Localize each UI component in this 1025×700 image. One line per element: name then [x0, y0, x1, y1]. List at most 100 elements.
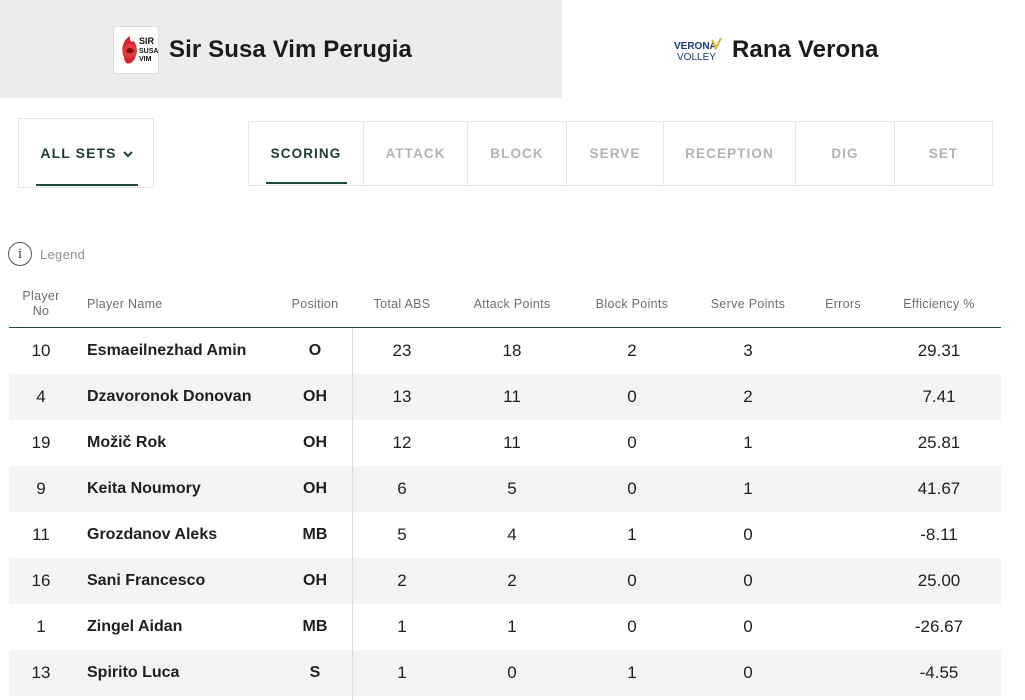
cell-efficiency: -4.55 — [919, 663, 959, 682]
cell-player-no: 13 — [31, 663, 51, 682]
cell-efficiency: -26.67 — [914, 617, 964, 636]
tab-block[interactable]: BLOCK — [468, 122, 567, 185]
cell-efficiency: 41.67 — [917, 479, 961, 498]
svg-text:VERONA: VERONA — [674, 41, 717, 52]
table-row[interactable]: 13 Spirito Luca S 1 0 1 0 -4.55 — [9, 650, 1001, 696]
home-team-panel[interactable]: SIR SUSA VIM Sir Susa Vim Perugia — [0, 0, 562, 98]
cell-player-no: 10 — [31, 341, 51, 360]
cell-block-points: 0 — [627, 387, 637, 406]
stats-tabs: SCORING ATTACK BLOCK SERVE RECEPTION DIG… — [248, 121, 993, 186]
cell-errors — [809, 558, 877, 604]
cell-position: OH — [303, 572, 327, 589]
table-row[interactable]: 16 Sani Francesco OH 2 2 0 0 25.00 — [9, 558, 1001, 604]
table-row[interactable]: 11 Grozdanov Aleks MB 5 4 1 0 -8.11 — [9, 512, 1001, 558]
cell-position: S — [309, 664, 321, 681]
header-player-no: Player No — [9, 282, 73, 326]
cell-player-name: Dzavoronok Donovan — [87, 388, 252, 405]
cell-attack-points: 11 — [503, 387, 521, 406]
cell-block-points: 0 — [627, 433, 637, 452]
cell-block-points: 1 — [627, 525, 637, 544]
cell-serve-points: 3 — [743, 341, 753, 360]
cell-errors — [809, 650, 877, 696]
cell-player-name: Možič Rok — [87, 434, 167, 451]
info-icon: i — [8, 242, 32, 266]
tab-reception[interactable]: RECEPTION — [664, 122, 796, 185]
svg-text:VIM: VIM — [139, 56, 152, 63]
svg-text:VOLLEY: VOLLEY — [677, 52, 716, 63]
cell-player-name: Esmaeilnezhad Amin — [87, 342, 247, 359]
cell-efficiency: -8.11 — [920, 525, 958, 544]
cell-serve-points: 2 — [743, 387, 753, 406]
cell-attack-points: 0 — [507, 663, 517, 682]
scoring-table: Player No Player Name Position Total ABS… — [9, 282, 1001, 700]
all-sets-dropdown[interactable]: ALL SETS — [36, 119, 138, 187]
tab-attack[interactable]: ATTACK — [364, 122, 468, 185]
header-efficiency[interactable]: Efficiency % — [887, 282, 991, 326]
cell-player-name: Zingel Aidan — [87, 618, 183, 635]
tab-serve[interactable]: SERVE — [567, 122, 664, 185]
cell-player-name: Sani Francesco — [87, 572, 206, 589]
cell-block-points: 0 — [627, 617, 637, 636]
cell-player-name: Grozdanov Aleks — [87, 526, 218, 543]
cell-errors — [809, 512, 877, 558]
header-errors[interactable]: Errors — [809, 282, 877, 326]
perugia-logo: SIR SUSA VIM — [113, 26, 159, 74]
svg-text:SUSA: SUSA — [139, 48, 158, 55]
legend-label: Legend — [40, 246, 86, 262]
cell-serve-points: 0 — [743, 525, 753, 544]
cell-player-no: 4 — [36, 387, 46, 406]
header-serve-points[interactable]: Serve Points — [697, 282, 799, 326]
cell-errors — [809, 466, 877, 512]
cell-total-abs: 13 — [392, 387, 412, 406]
cell-block-points: 1 — [627, 663, 637, 682]
header-attack-points[interactable]: Attack Points — [457, 282, 567, 326]
header-player-name[interactable]: Player Name — [87, 282, 267, 326]
tab-scoring[interactable]: SCORING — [249, 122, 364, 185]
all-sets-label: ALL SETS — [40, 145, 117, 161]
cell-attack-points: 1 — [507, 617, 517, 636]
cell-errors — [809, 420, 877, 466]
cell-serve-points: 1 — [743, 433, 753, 452]
table-row[interactable]: 4 Dzavoronok Donovan OH 13 11 0 2 7.41 — [9, 374, 1001, 420]
cell-efficiency: 25.81 — [917, 433, 961, 452]
teams-header: SIR SUSA VIM Sir Susa Vim Perugia VERONA… — [0, 0, 1025, 98]
cell-total-abs: 5 — [397, 525, 407, 544]
cell-efficiency: 25.00 — [917, 571, 961, 590]
cell-total-abs: 12 — [392, 433, 412, 452]
cell-position: OH — [303, 388, 327, 405]
cell-attack-points: 5 — [507, 479, 517, 498]
home-team-name: Sir Susa Vim Perugia — [169, 36, 412, 63]
header-total-abs[interactable]: Total ABS — [357, 282, 447, 326]
cell-total-abs: 23 — [392, 341, 412, 360]
cell-block-points: 0 — [627, 479, 637, 498]
table-row[interactable]: 10 Esmaeilnezhad Amin O 23 18 2 3 29.31 — [9, 328, 1001, 374]
cell-player-no: 9 — [36, 479, 46, 498]
sets-filter: ALL SETS — [18, 118, 154, 188]
cell-efficiency: 29.31 — [917, 341, 961, 360]
tab-set[interactable]: SET — [895, 122, 992, 185]
cell-attack-points: 11 — [503, 433, 521, 452]
cell-errors — [809, 374, 877, 420]
table-row[interactable]: 19 Možič Rok OH 12 11 0 1 25.81 — [9, 420, 1001, 466]
table-row[interactable]: 1 Zingel Aidan MB 1 1 0 0 -26.67 — [9, 604, 1001, 650]
cell-attack-points: 2 — [507, 571, 517, 590]
sets-underline — [36, 184, 138, 186]
away-team-name: Rana Verona — [732, 36, 879, 63]
cell-player-name: Spirito Luca — [87, 664, 180, 681]
table-row[interactable]: 9 Keita Noumory OH 6 5 0 1 41.67 — [9, 466, 1001, 512]
cell-total-abs: 6 — [397, 479, 407, 498]
cell-serve-points: 0 — [743, 571, 753, 590]
header-position[interactable]: Position — [280, 282, 350, 326]
cell-serve-points: 1 — [743, 479, 753, 498]
tab-dig[interactable]: DIG — [796, 122, 895, 185]
cell-attack-points: 18 — [502, 341, 522, 360]
column-divider — [352, 328, 353, 700]
cell-serve-points: 0 — [743, 663, 753, 682]
legend-toggle[interactable]: i Legend — [8, 242, 85, 266]
cell-errors — [809, 604, 877, 650]
header-player-no-line1: Player — [22, 289, 60, 303]
chevron-down-icon — [122, 147, 134, 159]
away-team-panel[interactable]: VERONA VOLLEY Rana Verona — [562, 3, 1011, 98]
cell-player-no: 11 — [32, 525, 50, 544]
header-block-points[interactable]: Block Points — [577, 282, 687, 326]
